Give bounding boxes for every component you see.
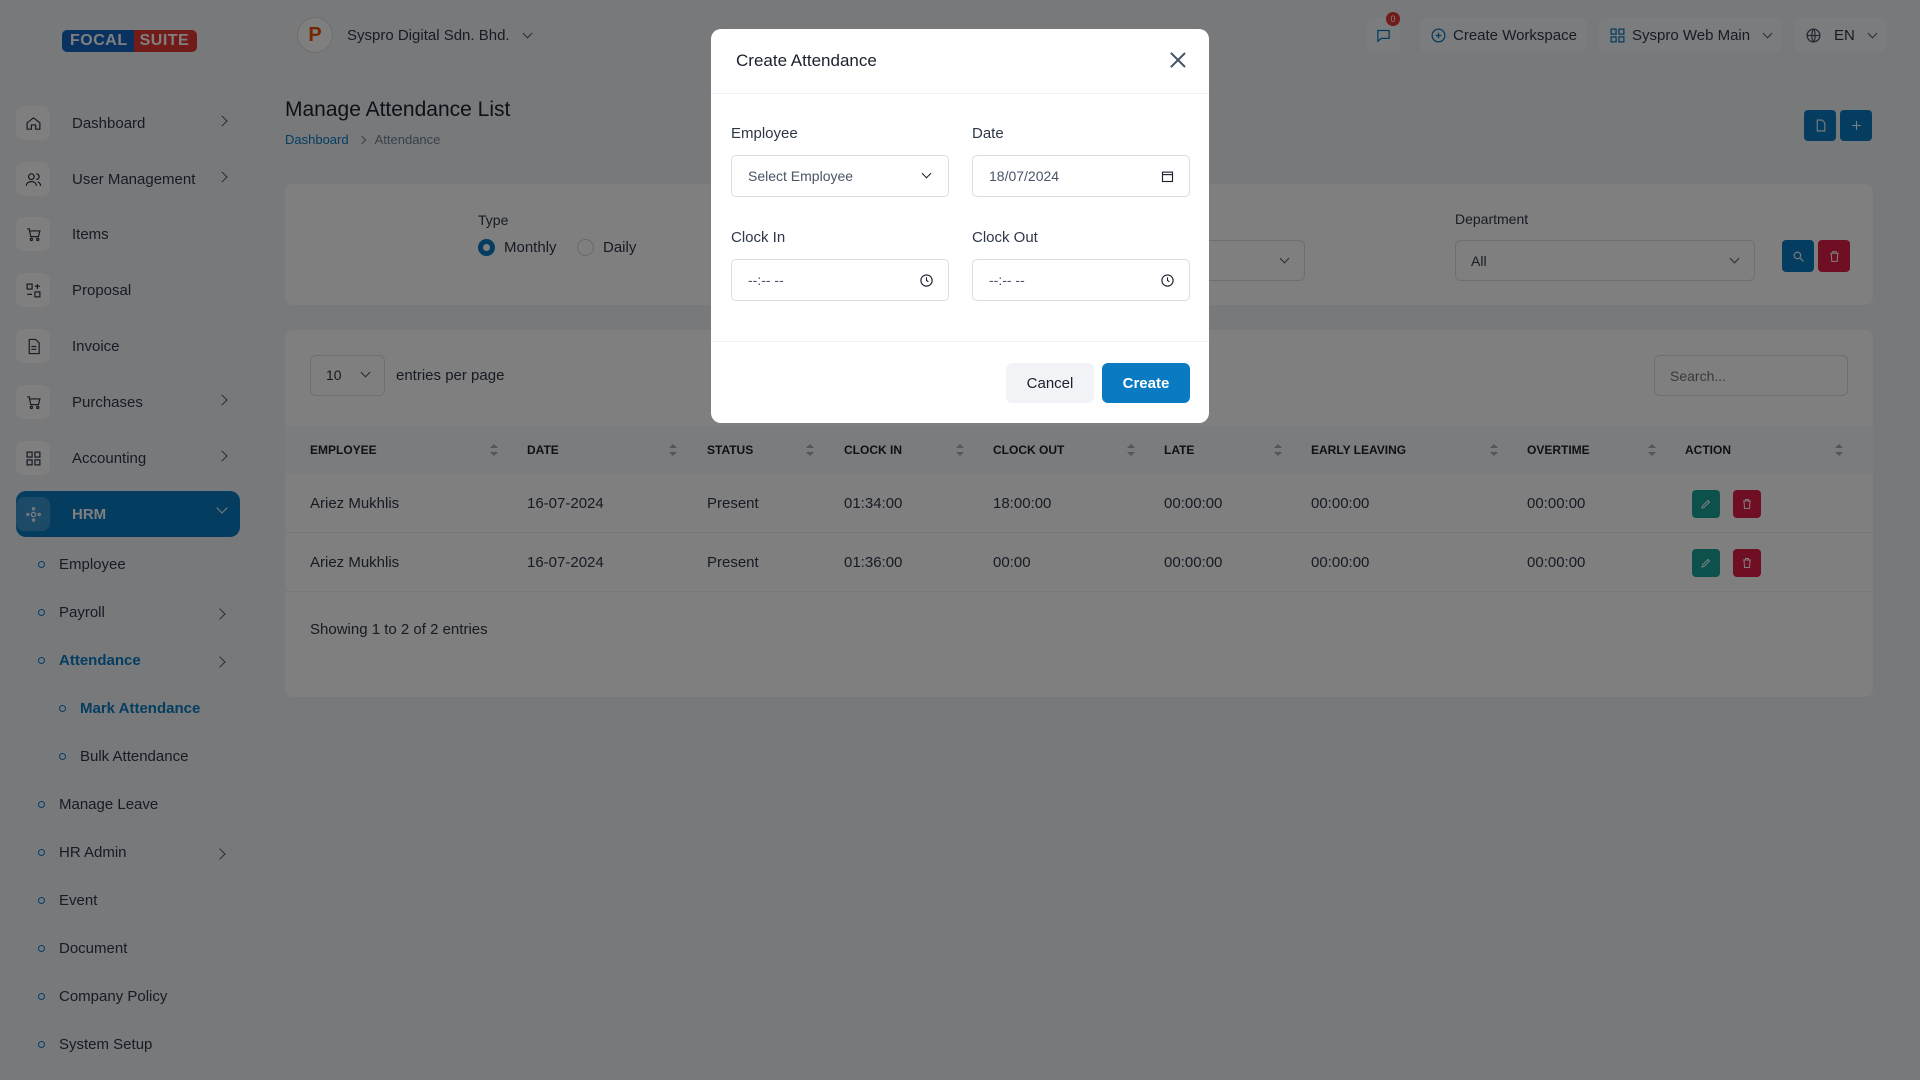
clock-out-label: Clock Out [972,229,1038,246]
create-button[interactable]: Create [1102,363,1190,403]
clock-in-value: --:-- -- [748,272,784,288]
modal-title: Create Attendance [736,51,877,70]
modal-divider [711,341,1209,342]
clock-in-label: Clock In [731,229,786,246]
clock-out-field[interactable]: --:-- -- [972,259,1190,301]
create-attendance-modal: Create Attendance Employee Select Employ… [711,29,1209,423]
date-value: 18/07/2024 [989,168,1060,184]
calendar-icon[interactable] [1160,169,1175,184]
employee-label: Employee [731,125,798,142]
employee-placeholder: Select Employee [748,168,854,184]
clock-icon[interactable] [919,273,934,288]
cancel-button[interactable]: Cancel [1006,363,1094,403]
clock-out-value: --:-- -- [989,272,1025,288]
chevron-down-icon [921,168,932,179]
date-label: Date [972,125,1004,142]
employee-select[interactable]: Select Employee [731,155,949,197]
clock-icon[interactable] [1160,273,1175,288]
modal-divider [711,93,1209,94]
date-field[interactable]: 18/07/2024 [972,155,1190,197]
close-icon[interactable] [1169,51,1187,69]
clock-in-field[interactable]: --:-- -- [731,259,949,301]
